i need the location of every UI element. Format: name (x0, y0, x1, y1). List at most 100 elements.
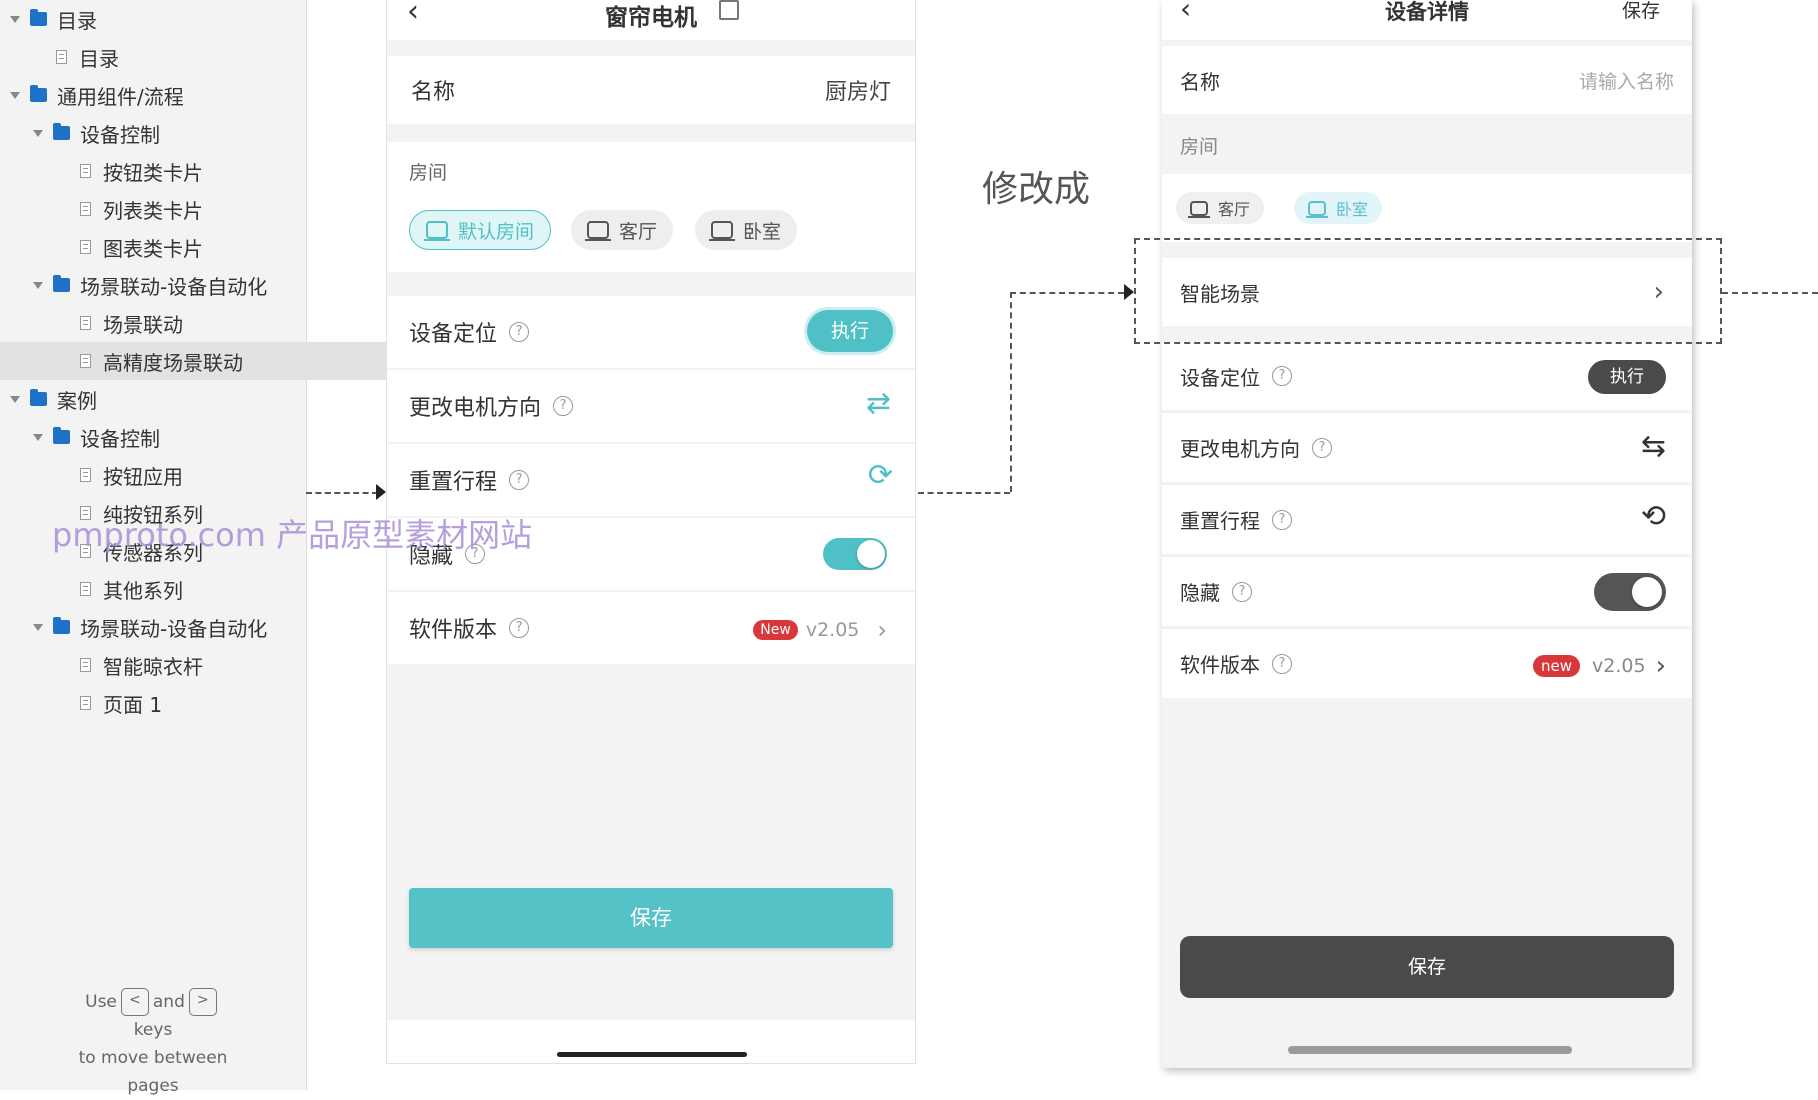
tree-page-other[interactable]: 其他系列 (0, 570, 386, 608)
help-icon[interactable]: ? (1272, 653, 1292, 674)
name-label: 名称 (411, 80, 456, 105)
room-header: 房间 (1162, 114, 1692, 174)
tree-item-label: 场景联动-设备自动化 (80, 274, 268, 299)
help-icon[interactable]: ? (509, 322, 530, 342)
tree-item-label: 目录 (79, 46, 119, 71)
hint-text: keys (133, 1020, 173, 1040)
connector-line (1010, 292, 1124, 294)
header-save-button[interactable]: 保存 (1622, 0, 1660, 23)
keyboard-hint: Use < and > keys to move between pages (0, 988, 306, 1100)
help-icon[interactable]: ? (1312, 437, 1332, 458)
tree-page-list-card[interactable]: 列表类卡片 (0, 190, 386, 228)
version-row[interactable]: 软件版本? New v2.05 › (387, 592, 915, 664)
help-icon[interactable]: ? (553, 396, 574, 416)
page-icon (80, 658, 91, 672)
help-icon[interactable]: ? (1232, 581, 1252, 602)
save-button[interactable]: 保存 (409, 888, 893, 948)
room-chip-living[interactable]: 客厅 (1176, 192, 1265, 224)
arrow-head-icon (376, 484, 386, 500)
tree-page-page1[interactable]: 页面 1 (0, 684, 386, 722)
tree-folder-common[interactable]: 通用组件/流程 (0, 76, 316, 114)
hint-text: pages (127, 1076, 179, 1096)
tree-page-clothes-rack[interactable]: 智能晾衣杆 (0, 646, 386, 684)
page-icon (80, 164, 91, 178)
tree-folder-device-control[interactable]: 设备控制 (0, 114, 339, 152)
room-chip-living[interactable]: 客厅 (571, 210, 674, 250)
execute-button[interactable]: 执行 (807, 310, 893, 352)
expand-triangle-icon[interactable] (10, 15, 20, 23)
sofa-icon (585, 221, 611, 241)
room-chip-label: 客厅 (619, 220, 658, 243)
room-chip-bedroom[interactable]: 卧室 (695, 210, 798, 250)
tree-page-scene-linkage[interactable]: 场景联动 (0, 304, 386, 342)
execute-button[interactable]: 执行 (1588, 360, 1666, 394)
page-title: 设备详情 (1385, 0, 1469, 24)
folder-icon (30, 9, 47, 26)
tree-item-label: 场景联动-设备自动化 (80, 616, 268, 641)
tree-folder-scene-automation-2[interactable]: 场景联动-设备自动化 (0, 608, 339, 646)
edit-icon[interactable] (719, 0, 739, 20)
direction-label: 更改电机方向 (409, 396, 542, 421)
hide-toggle[interactable] (823, 538, 887, 570)
expand-triangle-icon[interactable] (10, 91, 20, 99)
sofa-icon (1188, 200, 1210, 218)
room-chip-label: 卧室 (1336, 200, 1369, 219)
hide-row: 隐藏? (1162, 556, 1692, 626)
room-section: 房间 默认房间 客厅 卧室 (387, 142, 915, 272)
hide-label: 隐藏 (1180, 581, 1220, 605)
folder-icon (30, 389, 47, 406)
room-chip-default[interactable]: 默认房间 (409, 210, 552, 250)
tree-folder-catalog[interactable]: 目录 (0, 0, 316, 38)
refresh-icon[interactable]: ⟳ (868, 458, 893, 493)
name-row[interactable]: 名称 厨房灯 (387, 56, 915, 124)
tree-item-label: 智能晾衣杆 (103, 654, 203, 679)
tree-page-chart-card[interactable]: 图表类卡片 (0, 228, 386, 266)
reset-row: 重置行程? ⟳ (387, 444, 915, 516)
page-icon (56, 50, 67, 64)
name-input[interactable]: 请输入名称 (1579, 67, 1674, 94)
bed-icon (709, 221, 735, 241)
page-icon (80, 240, 91, 254)
home-indicator (1288, 1046, 1572, 1054)
folder-icon (53, 617, 70, 634)
help-icon[interactable]: ? (1272, 509, 1292, 530)
connector-line (306, 492, 378, 494)
folder-icon (53, 275, 70, 292)
page-icon (80, 202, 91, 216)
new-badge: new (1533, 655, 1581, 677)
page-icon (80, 468, 91, 482)
tree-page-catalog[interactable]: 目录 (0, 38, 362, 76)
help-icon[interactable]: ? (509, 618, 530, 638)
hint-text: to move between (78, 1048, 228, 1068)
version-row[interactable]: 软件版本? new v2.05 › (1162, 628, 1692, 698)
tree-page-button-card[interactable]: 按钮类卡片 (0, 152, 386, 190)
expand-triangle-icon[interactable] (33, 129, 43, 137)
help-icon[interactable]: ? (509, 470, 530, 490)
expand-triangle-icon[interactable] (10, 395, 20, 403)
connector-line (1722, 292, 1818, 294)
help-icon[interactable]: ? (1272, 366, 1292, 386)
expand-triangle-icon[interactable] (33, 433, 43, 441)
connector-line (918, 492, 1010, 494)
tree-item-label: 通用组件/流程 (57, 84, 184, 109)
tree-folder-cases[interactable]: 案例 (0, 380, 316, 418)
tree-item-label: 场景联动 (103, 312, 183, 337)
expand-triangle-icon[interactable] (33, 281, 43, 289)
room-section: 客厅 卧室 (1162, 174, 1692, 242)
room-chip-bedroom[interactable]: 卧室 (1294, 192, 1383, 224)
hint-text: Use (85, 992, 117, 1012)
tree-page-hp-scene-linkage[interactable]: 高精度场景联动 (0, 342, 386, 380)
refresh-icon[interactable]: ⟲ (1641, 499, 1666, 534)
expand-triangle-icon[interactable] (33, 623, 43, 631)
swap-arrows-icon[interactable]: ⇄ (866, 386, 891, 421)
tree-item-label: 页面 1 (103, 692, 163, 717)
swap-arrows-icon[interactable]: ⇆ (1641, 429, 1666, 464)
save-button[interactable]: 保存 (1180, 936, 1674, 998)
page-icon (80, 696, 91, 710)
tree-folder-scene-automation[interactable]: 场景联动-设备自动化 (0, 266, 339, 304)
direction-label: 更改电机方向 (1180, 437, 1300, 461)
tree-page-button-app[interactable]: 按钮应用 (0, 456, 386, 494)
tree-folder-device-control-2[interactable]: 设备控制 (0, 418, 339, 456)
name-row[interactable]: 名称 请输入名称 (1162, 46, 1692, 114)
hide-toggle[interactable] (1594, 573, 1666, 611)
